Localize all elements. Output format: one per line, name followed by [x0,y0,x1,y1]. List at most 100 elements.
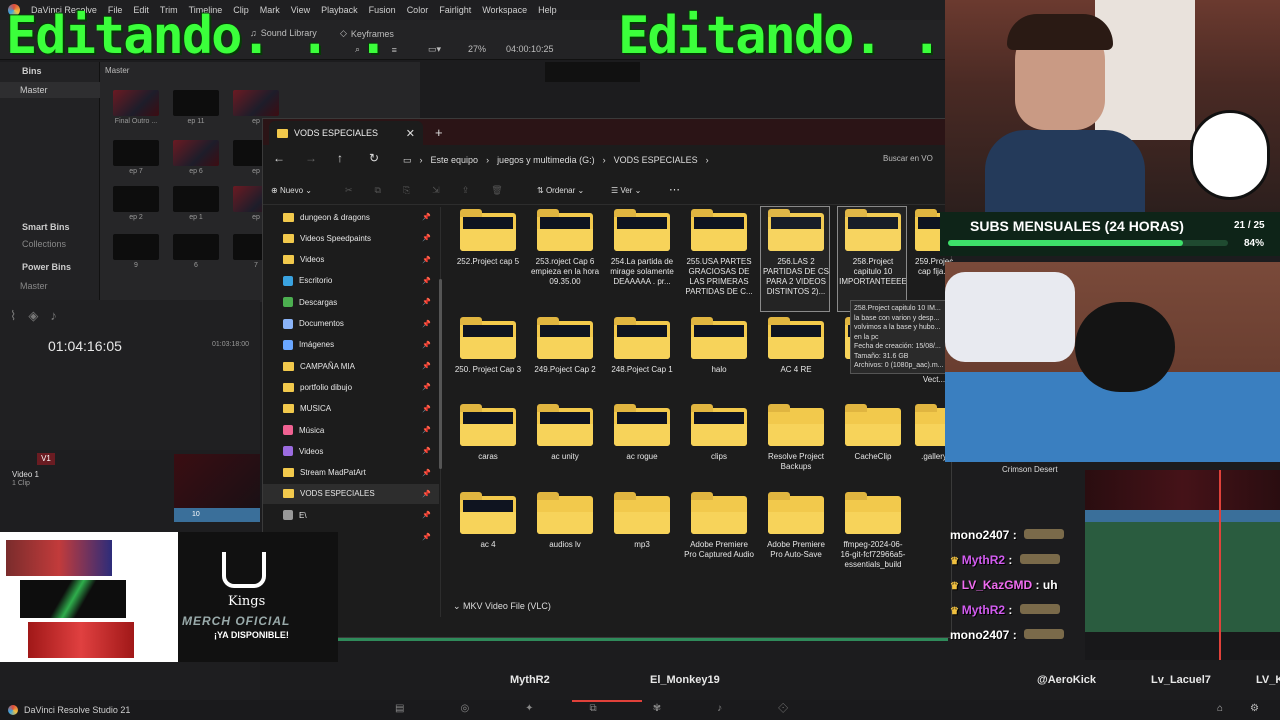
chat-username[interactable]: MythR2 [962,553,1005,567]
menu-fairlight[interactable]: Fairlight [439,5,471,15]
up-icon[interactable]: ↑ [337,151,343,165]
forward-icon[interactable]: → [305,151,317,165]
pin-icon[interactable]: 📌 [422,405,431,413]
search-input[interactable]: Buscar en VO [883,154,933,163]
folder-item[interactable]: 249.Poject Cap 2 [530,317,600,375]
pin-icon[interactable]: 📌 [422,298,431,306]
playhead[interactable] [1219,470,1221,660]
folder-item[interactable]: Adobe Premiere Pro Auto-Save [761,492,831,560]
view-button[interactable]: ☰ Ver ⌄ [611,186,641,195]
settings-icon[interactable]: ⚙ [1250,703,1259,714]
nav-item-9[interactable]: MUSICA 📌 [263,399,439,419]
nav-item-14[interactable]: E\ 📌 [263,505,439,525]
folder-item[interactable]: ac rogue [607,404,677,462]
pin-icon[interactable]: 📌 [422,490,431,498]
new-tab-icon[interactable]: + [435,125,443,140]
pin-icon[interactable]: 📌 [422,383,431,391]
chat-username[interactable]: LV_KazGMD [962,578,1032,592]
nav-item-13[interactable]: VODS ESPECIALES 📌 [263,483,439,504]
chat-username[interactable]: MythR2 [962,603,1005,617]
folder-item[interactable]: audios lv [530,492,600,550]
folder-item[interactable]: Resolve Project Backups [761,404,831,472]
sort-button[interactable]: ⇅ Ordenar ⌄ [537,186,584,195]
pin-icon[interactable]: 📌 [422,341,431,349]
folder-item[interactable]: 252.Project cap 5 [453,209,523,267]
page-icons[interactable]: ▤◎✦⧉✾♪⟐ [395,703,844,714]
nav-item-7[interactable]: CAMPAÑA MIA 📌 [263,356,439,376]
folder-item[interactable]: CacheClip [838,404,908,462]
track-badge[interactable]: V1 [37,453,55,465]
chat-username[interactable]: mono2407 [950,628,1009,642]
clip-bar[interactable]: 10 [174,508,260,522]
refresh-icon[interactable]: ↻ [369,151,379,165]
folder-item[interactable]: ac 4 [453,492,523,550]
pin-icon[interactable]: 📌 [422,256,431,264]
nav-item-1[interactable]: Videos Speedpaints 📌 [263,228,439,248]
pin-icon[interactable]: 📌 [422,277,431,285]
pin-icon[interactable]: 📌 [422,511,431,519]
nav-item-5[interactable]: Documentos 📌 [263,314,439,334]
collections-item[interactable]: Collections [22,239,66,249]
folder-item[interactable]: 250. Project Cap 3 [453,317,523,375]
folder-item[interactable]: ac unity [530,404,600,462]
nav-item-12[interactable]: Stream MadPatArt 📌 [263,463,439,483]
folder-item[interactable]: caras [453,404,523,462]
media-pool-clip[interactable] [173,140,219,166]
folder-item[interactable]: ffmpeg-2024-06-16-git-fcf72966a5-essenti… [838,492,908,570]
nav-item-10[interactable]: Música 📌 [263,420,439,440]
media-pool-clip[interactable] [113,234,159,260]
menu-help[interactable]: Help [538,5,557,15]
clip-thumbnail[interactable] [174,454,260,508]
media-pool-clip[interactable] [173,90,219,116]
pin-icon[interactable]: 📌 [422,213,431,221]
bin-master[interactable]: Master [0,82,100,98]
folder-item[interactable]: 253.roject Cap 6 empieza en la hora 09.3… [530,209,600,287]
folder-item[interactable]: 255.USA PARTES GRACIOSAS DE LAS PRIMERAS… [684,209,754,297]
group-header[interactable]: ⌄ MKV Video File (VLC) [453,601,551,612]
menu-color[interactable]: Color [407,5,429,15]
home-icon[interactable]: ⌂ [1217,703,1223,714]
nav-item-6[interactable]: Imágenes 📌 [263,335,439,355]
breadcrumb-drive[interactable]: juegos y multimedia (G:) [497,155,595,165]
pin-icon[interactable]: 📌 [422,426,431,434]
nav-item-4[interactable]: Descargas 📌 [263,292,439,312]
nav-scrollbar[interactable] [439,279,442,469]
list-icon[interactable]: ≡ [392,45,397,55]
media-pool-clip[interactable] [173,186,219,212]
nav-item-3[interactable]: Escritorio 📌 [263,271,439,291]
power-bin-master[interactable]: Master [20,281,48,291]
media-pool-clip[interactable] [173,234,219,260]
nav-item-8[interactable]: portfolio dibujo 📌 [263,377,439,397]
pin-icon[interactable]: 📌 [422,533,431,541]
media-pool-clip[interactable] [113,186,159,212]
menu-workspace[interactable]: Workspace [482,5,527,15]
breadcrumb[interactable]: ▭ › Este equipo › juegos y multimedia (G:)… [395,148,865,172]
folder-item[interactable]: mp3 [607,492,677,550]
nav-item-0[interactable]: dungeon & dragons 📌 [263,207,439,227]
back-icon[interactable]: ← [273,151,285,165]
nav-item-11[interactable]: Videos 📌 [263,441,439,461]
zoom-level[interactable]: 27% [468,44,486,54]
smart-bins-header[interactable]: Smart Bins [22,222,70,232]
folder-item[interactable]: 254.La partida de mirage solamente DEAAA… [607,209,677,287]
media-pool-clip[interactable] [233,90,279,116]
pin-icon[interactable]: 📌 [422,362,431,370]
pin-icon[interactable]: 📌 [422,320,431,328]
chat-username[interactable]: mono2407 [950,528,1009,542]
new-button[interactable]: ⊕ Nuevo ⌄ [271,186,312,195]
folder-item[interactable]: AC 4 RE [761,317,831,375]
breadcrumb-folder[interactable]: VODS ESPECIALES [614,155,698,165]
folder-item[interactable]: halo [684,317,754,375]
folder-item[interactable]: Adobe Premiere Pro Captured Audio [684,492,754,560]
explorer-tab[interactable]: VODS ESPECIALES ✕ [269,121,423,145]
more-icon[interactable]: ⋯ [669,183,680,196]
folder-item[interactable]: 248.Poject Cap 1 [607,317,677,375]
close-tab-icon[interactable]: ✕ [406,127,415,140]
viewer-icon[interactable]: ▭▾ [428,44,441,55]
media-pool-clip[interactable] [113,90,159,116]
nav-item-2[interactable]: Videos 📌 [263,250,439,270]
media-pool-clip[interactable] [113,140,159,166]
power-bins-header[interactable]: Power Bins [22,262,71,272]
timeline-tools-icons[interactable]: ⌇◈♪ [10,308,69,324]
pin-icon[interactable]: 📌 [422,234,431,242]
